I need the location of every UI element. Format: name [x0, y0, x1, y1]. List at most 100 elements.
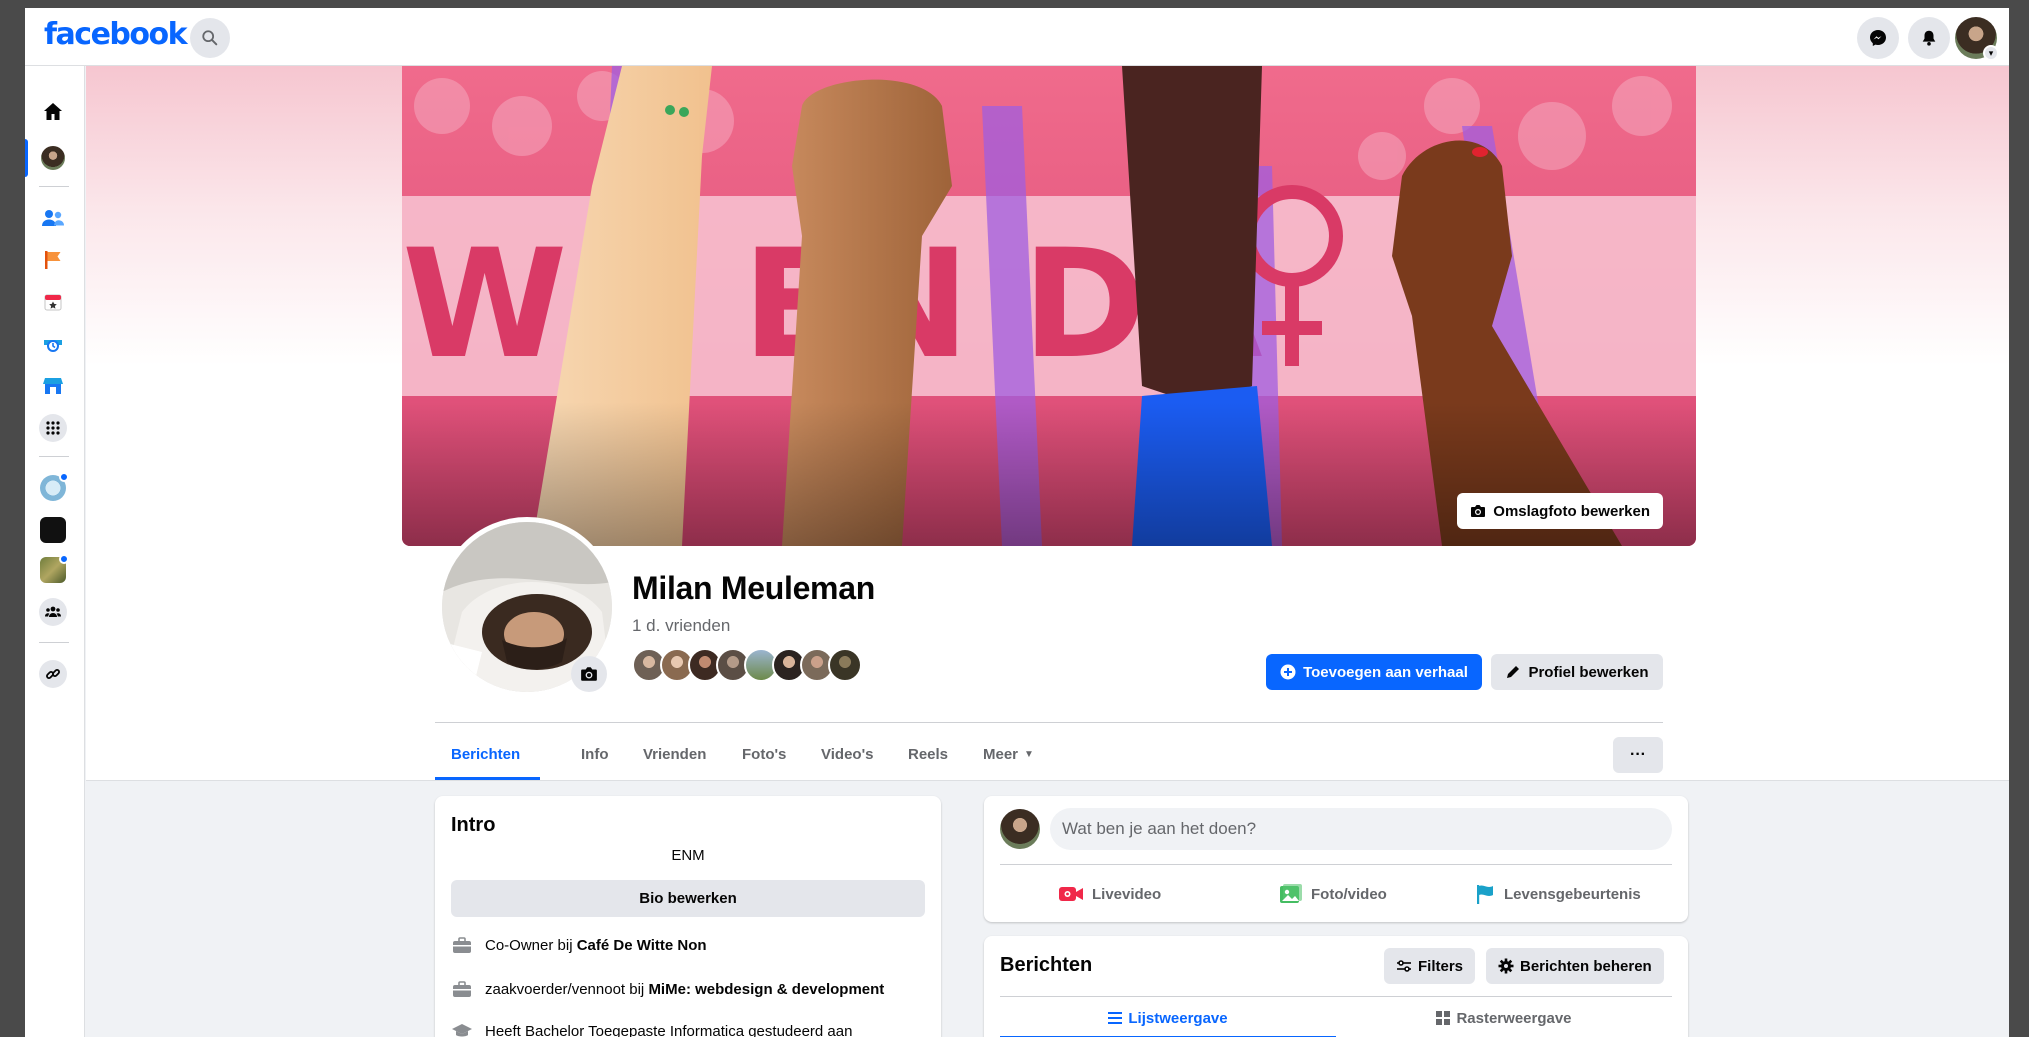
edit-profile-button[interactable]: Profiel bewerken	[1491, 654, 1663, 690]
rail-links[interactable]	[35, 656, 71, 692]
rail-memories[interactable]	[35, 326, 71, 362]
add-to-story-button[interactable]: Toevoegen aan verhaal	[1266, 654, 1482, 690]
rail-divider	[39, 456, 69, 457]
main-content: WOENDA	[86, 66, 2009, 1037]
manage-posts-button[interactable]: Berichten beheren	[1486, 948, 1664, 984]
account-avatar[interactable]: ▾	[1955, 17, 1999, 61]
plus-circle-icon	[1280, 664, 1296, 680]
edit-bio-button[interactable]: Bio bewerken	[451, 880, 925, 917]
filters-button[interactable]: Filters	[1384, 948, 1476, 984]
left-rail	[25, 66, 85, 1037]
more-options-button[interactable]: ···	[1613, 737, 1663, 773]
friends-icon	[42, 210, 64, 226]
bell-icon	[1922, 30, 1936, 46]
rail-friends[interactable]	[35, 200, 71, 236]
rail-marketplace[interactable]	[35, 368, 71, 404]
rail-pages[interactable]	[35, 242, 71, 278]
notifications-button[interactable]	[1908, 17, 1950, 59]
posts-card: Berichten Filters Berichten beheren Lijs…	[984, 936, 1688, 1037]
tab-fotos[interactable]: Foto's	[742, 728, 786, 780]
friends-count[interactable]: 1 d. vrienden	[632, 616, 730, 636]
rail-shortcut-2[interactable]	[35, 512, 71, 548]
rail-active-indicator	[25, 139, 28, 177]
photo-video-label: Foto/video	[1311, 885, 1387, 903]
status-input[interactable]: Wat ben je aan het doen?	[1050, 808, 1672, 850]
rail-home[interactable]	[35, 94, 71, 130]
active-tab-indicator	[435, 777, 540, 780]
pages-flag-icon	[45, 251, 61, 269]
post-composer: Wat ben je aan het doen? Livevideo Foto/…	[984, 796, 1688, 922]
rail-groups[interactable]	[35, 594, 71, 630]
intro-work-row: zaakvoerder/vennoot bij MiMe: webdesign …	[451, 980, 884, 998]
grid-view-tab[interactable]: Rasterweergave	[1336, 997, 1672, 1037]
composer-avatar[interactable]	[1000, 809, 1040, 849]
notification-dot	[59, 472, 69, 482]
intro-row-link[interactable]: MiMe: webdesign & development	[648, 981, 884, 998]
profile-name: Milan Meuleman	[632, 570, 875, 606]
cover-photo[interactable]: WOENDA	[402, 66, 1696, 546]
grid-view-label: Rasterweergave	[1456, 1009, 1572, 1027]
tab-reels[interactable]: Reels	[908, 728, 948, 780]
friend-avatar[interactable]	[828, 648, 862, 682]
tab-vrienden[interactable]: Vrienden	[643, 728, 706, 780]
life-event-button[interactable]: Levensgebeurtenis	[1474, 874, 1641, 914]
tab-berichten[interactable]: Berichten	[451, 728, 520, 780]
rail-shortcut-3[interactable]	[35, 552, 71, 588]
tab-meer-label: Meer	[983, 745, 1019, 763]
browser-frame: facebook ▾ Omslagfoto bewerken Milan Meu…	[25, 8, 2009, 1037]
ellipsis-icon: ···	[1630, 746, 1646, 763]
list-icon	[1108, 1012, 1123, 1024]
groups-icon	[39, 598, 67, 626]
group-shortcut-1	[40, 472, 69, 501]
live-video-button[interactable]: Livevideo	[1058, 874, 1161, 914]
rail-shortcut-1[interactable]	[35, 470, 71, 506]
marketplace-icon	[43, 378, 63, 394]
intro-row-text: Heeft Bachelor Toegepaste Informatica ge…	[485, 1022, 853, 1037]
intro-work-row: Co-Owner bij Café De Witte Non	[451, 936, 707, 954]
live-video-label: Livevideo	[1092, 885, 1162, 903]
photo-video-icon	[1280, 884, 1302, 903]
notification-dot	[59, 554, 69, 564]
chevron-down-icon: ▾	[1983, 45, 1999, 61]
list-view-tab[interactable]: Lijstweergave	[1000, 997, 1336, 1037]
home-icon	[44, 103, 62, 120]
intro-title: Intro	[451, 814, 496, 836]
photo-video-button[interactable]: Foto/video	[1279, 874, 1387, 914]
link-icon	[39, 660, 67, 688]
intro-row-link[interactable]: Café De Witte Non	[577, 937, 707, 954]
intro-card: Intro ENM Bio bewerken Co-Owner bij Café…	[435, 796, 941, 1037]
tab-videos[interactable]: Video's	[821, 728, 873, 780]
live-video-icon	[1059, 887, 1083, 901]
intro-row-text: Co-Owner bij	[485, 936, 577, 954]
rail-divider	[39, 186, 69, 187]
tab-info[interactable]: Info	[581, 728, 609, 780]
life-event-label: Levensgebeurtenis	[1504, 885, 1641, 903]
facebook-logo[interactable]: facebook	[44, 17, 188, 52]
search-button[interactable]	[190, 18, 230, 58]
graduation-cap-icon	[451, 1022, 473, 1037]
briefcase-icon	[451, 936, 473, 954]
apps-grid-icon	[39, 414, 67, 442]
rail-profile[interactable]	[35, 140, 71, 176]
events-icon	[44, 294, 62, 311]
tab-meer[interactable]: Meer ▼	[983, 728, 1034, 780]
messenger-button[interactable]	[1857, 17, 1899, 59]
list-view-label: Lijstweergave	[1128, 1009, 1228, 1027]
intro-education-row: Heeft Bachelor Toegepaste Informatica ge…	[451, 1022, 852, 1037]
group-shortcut-3	[40, 554, 69, 583]
update-profile-photo-button[interactable]	[571, 656, 607, 692]
camera-icon	[581, 667, 597, 681]
sliders-icon	[1397, 960, 1411, 972]
caret-down-icon: ▼	[1024, 748, 1034, 760]
camera-icon	[1471, 505, 1486, 517]
edit-cover-button[interactable]: Omslagfoto bewerken	[1457, 493, 1663, 529]
composer-divider	[1000, 864, 1672, 865]
messenger-icon	[1870, 30, 1886, 46]
edit-profile-label: Profiel bewerken	[1528, 663, 1649, 681]
add-to-story-label: Toevoegen aan verhaal	[1303, 663, 1468, 681]
edit-cover-label: Omslagfoto bewerken	[1493, 502, 1650, 520]
filters-label: Filters	[1418, 957, 1464, 975]
rail-events[interactable]	[35, 284, 71, 320]
rail-apps[interactable]	[35, 410, 71, 446]
grid-icon	[1436, 1011, 1451, 1025]
